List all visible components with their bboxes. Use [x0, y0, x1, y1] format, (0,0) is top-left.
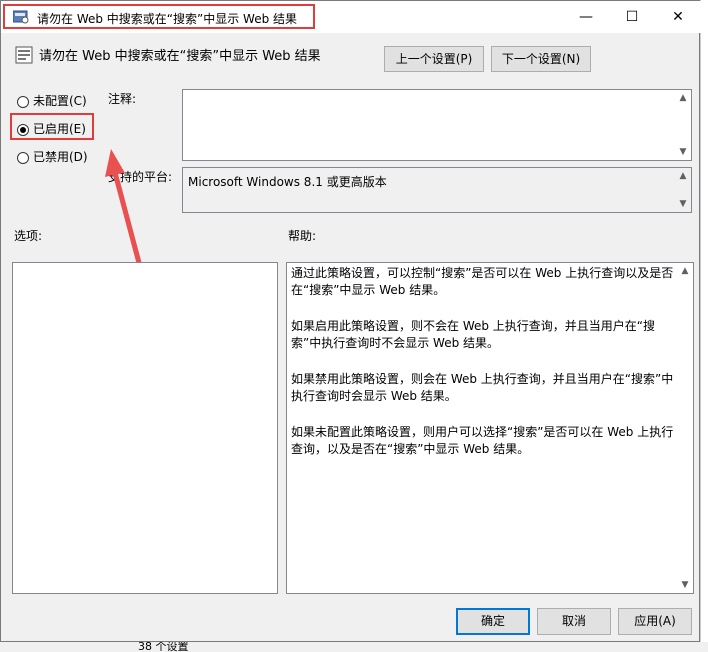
scroll-down-icon[interactable]: ▼	[675, 144, 691, 160]
platform-field: Microsoft Windows 8.1 或更高版本 ▲ ▼	[182, 167, 692, 213]
background-status-text: 38 个设置	[138, 641, 189, 652]
ok-button[interactable]: 确定	[456, 608, 530, 635]
scroll-up-icon[interactable]: ▲	[675, 168, 691, 184]
help-panel: 通过此策略设置，可以控制“搜索”是否可以在 Web 上执行查询以及是否在“搜索”…	[286, 262, 694, 594]
platform-value: Microsoft Windows 8.1 或更高版本	[188, 175, 387, 189]
background-window	[700, 0, 708, 652]
scroll-down-icon[interactable]: ▼	[675, 196, 691, 212]
enabled-annotation-box	[10, 113, 94, 140]
comment-scrollbar[interactable]: ▲ ▼	[675, 90, 691, 160]
scroll-up-icon[interactable]: ▲	[677, 263, 693, 279]
next-setting-button[interactable]: 下一个设置(N)	[491, 46, 591, 72]
apply-button[interactable]: 应用(A)	[618, 608, 692, 635]
close-button[interactable]: ✕	[655, 1, 701, 33]
help-label: 帮助:	[288, 229, 317, 243]
help-text: 通过此策略设置，可以控制“搜索”是否可以在 Web 上执行查询以及是否在“搜索”…	[291, 265, 675, 477]
radio-disabled[interactable]: 已禁用(D)	[17, 148, 88, 165]
help-paragraph: 如果启用此策略设置，则不会在 Web 上执行查询，并且当用户在“搜索”中执行查询…	[291, 319, 656, 350]
help-paragraph: 通过此策略设置，可以控制“搜索”是否可以在 Web 上执行查询以及是否在“搜索”…	[291, 266, 674, 297]
previous-setting-button[interactable]: 上一个设置(P)	[384, 46, 484, 72]
radio-label: 已禁用(D)	[33, 150, 88, 164]
comment-label: 注释:	[108, 92, 137, 106]
help-scrollbar[interactable]: ▲ ▼	[677, 263, 693, 593]
radio-circle[interactable]	[17, 95, 29, 108]
options-panel	[12, 262, 278, 594]
platform-scrollbar[interactable]: ▲ ▼	[675, 168, 691, 212]
radio-label: 未配置(C)	[33, 94, 87, 108]
help-paragraph: 如果未配置此策略设置，则用户可以选择“搜索”是否可以在 Web 上执行查询，以及…	[291, 425, 674, 456]
scroll-up-icon[interactable]: ▲	[675, 90, 691, 106]
radio-circle[interactable]	[17, 151, 29, 164]
maximize-button[interactable]: ☐	[609, 1, 655, 33]
options-label: 选项:	[14, 229, 43, 243]
policy-dialog: 请勿在 Web 中搜索或在“搜索”中显示 Web 结果 — ☐ ✕ 请勿在 We…	[0, 0, 701, 642]
policy-name: 请勿在 Web 中搜索或在“搜索”中显示 Web 结果	[39, 49, 321, 64]
policy-setting-icon	[15, 46, 33, 64]
radio-not-configured[interactable]: 未配置(C)	[17, 92, 87, 109]
cancel-button[interactable]: 取消	[537, 608, 611, 635]
scroll-down-icon[interactable]: ▼	[677, 577, 693, 593]
comment-textarea[interactable]: ▲ ▼	[182, 89, 692, 161]
help-paragraph: 如果禁用此策略设置，则会在 Web 上执行查询，并且当用户在“搜索”中执行查询时…	[291, 372, 674, 403]
minimize-button[interactable]: —	[563, 1, 609, 33]
background-statusbar	[0, 642, 708, 652]
title-annotation-box	[3, 4, 315, 29]
